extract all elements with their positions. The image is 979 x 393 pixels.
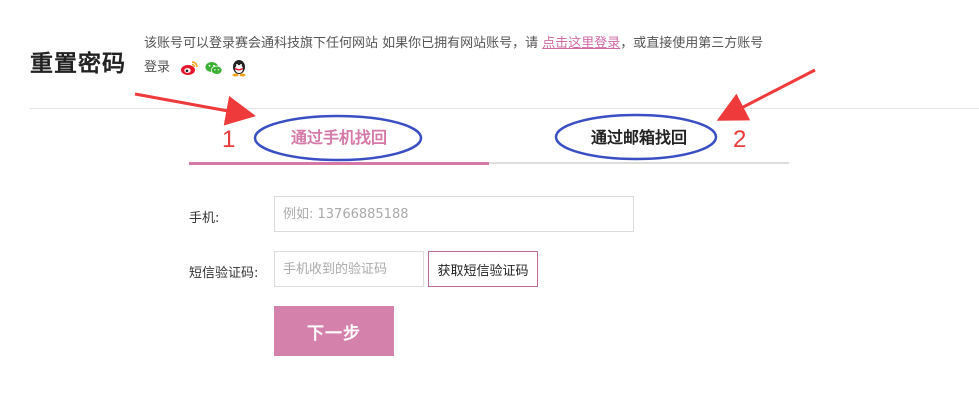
social-login-icons [180,59,248,76]
weibo-icon[interactable] [180,60,198,76]
intro-text: 该账号可以登录赛会通科技旗下任何网站 如果你已拥有网站账号，请 [144,36,539,51]
sms-code-input[interactable] [274,251,424,287]
qq-icon[interactable] [230,59,248,76]
header-divider [30,108,979,109]
intro-text-block: 该账号可以登录赛会通科技旗下任何网站 如果你已拥有网站账号，请 点击这里登录，或… [144,32,764,80]
phone-input[interactable] [274,196,634,232]
page-title: 重置密码 [30,51,126,77]
tab-email-recovery[interactable]: 通过邮箱找回 [489,110,789,164]
tab-phone-recovery[interactable]: 通过手机找回 [189,110,489,165]
tab-email-label: 通过邮箱找回 [590,128,687,147]
recovery-tabs: 通过手机找回 通过邮箱找回 [189,110,789,165]
login-link[interactable]: 点击这里登录 [542,36,620,51]
phone-label: 手机: [189,211,220,226]
get-sms-code-button[interactable]: 获取短信验证码 [428,251,538,287]
tab-phone-label: 通过手机找回 [290,128,387,147]
wechat-icon[interactable] [205,60,223,76]
next-step-button[interactable]: 下一步 [274,306,394,356]
sms-code-label: 短信验证码: [189,266,259,281]
